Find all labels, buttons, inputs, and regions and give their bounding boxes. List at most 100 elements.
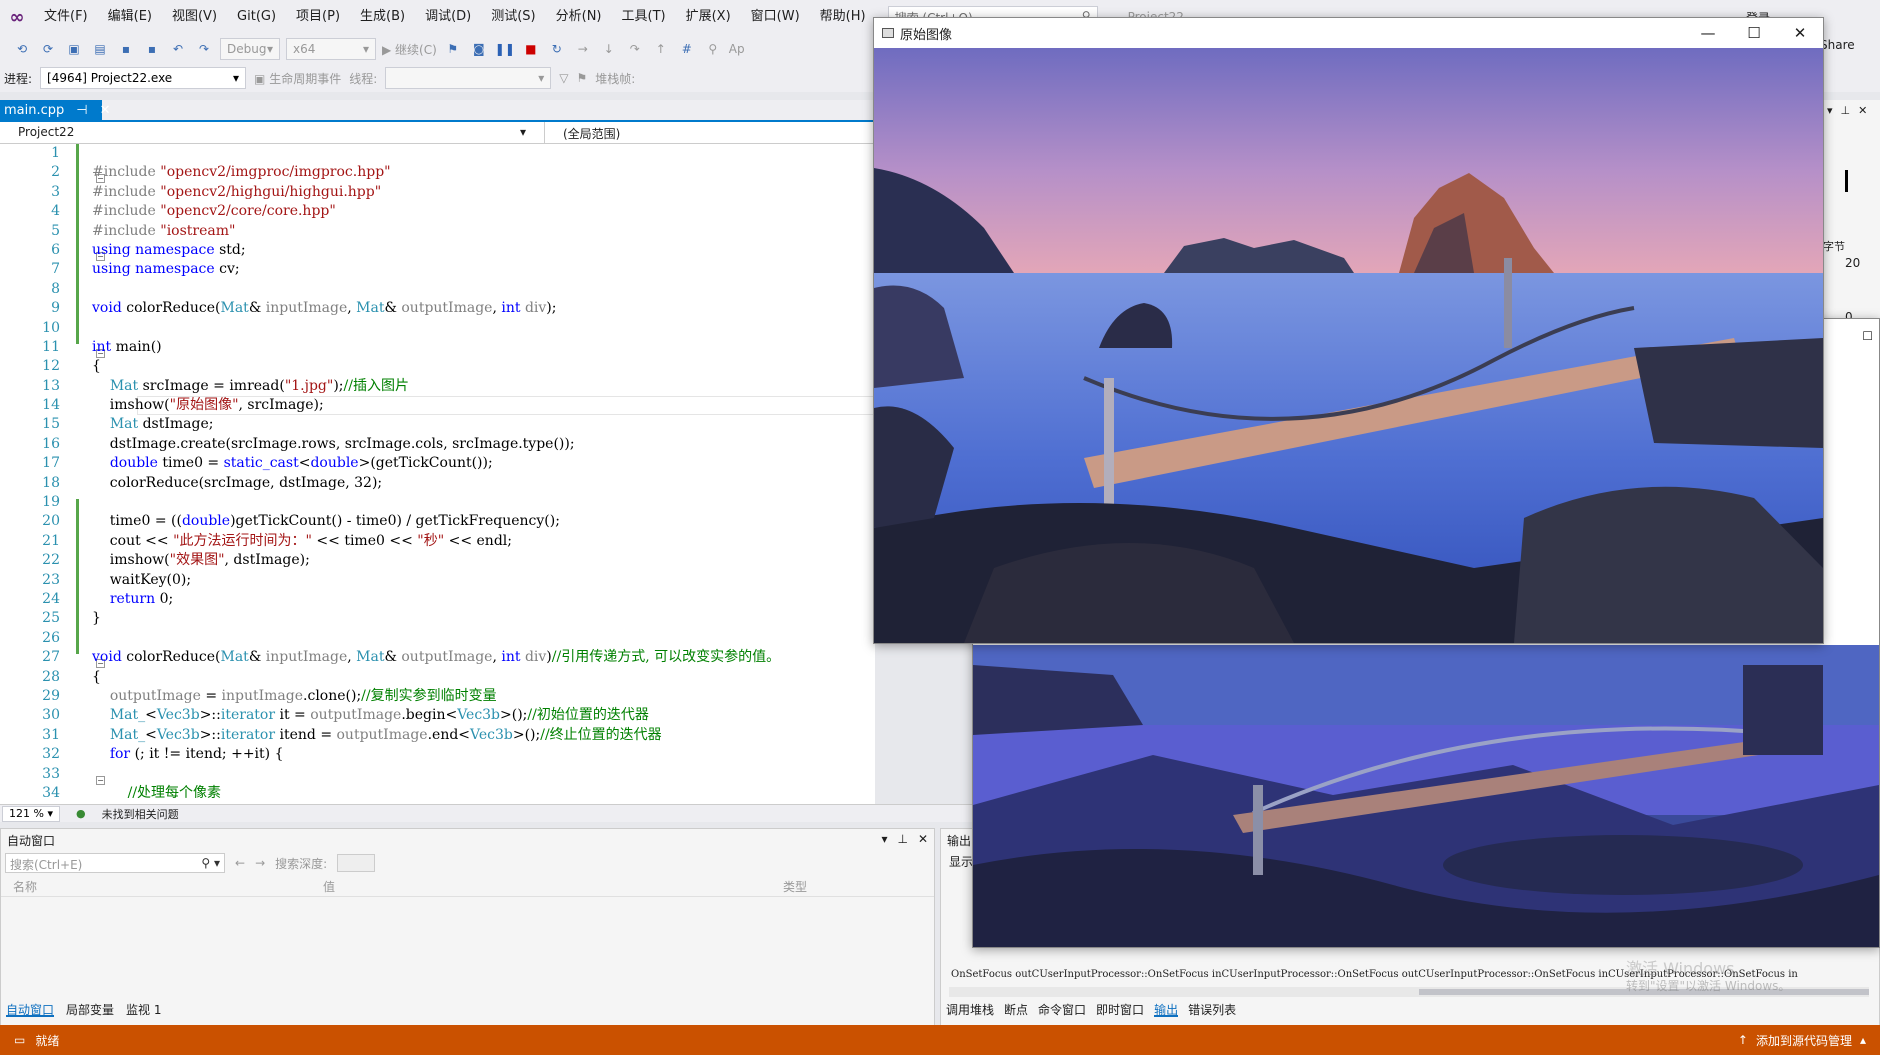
line-number: 1 (51, 145, 60, 161)
restore-icon[interactable]: ☐ (1862, 329, 1873, 343)
line-number: 2 (51, 164, 60, 181)
col-name[interactable]: 名称 (13, 878, 323, 894)
chevron-down-icon[interactable]: ▾ (1827, 104, 1833, 117)
config-select[interactable]: Debug ▾ (220, 38, 280, 60)
close-icon[interactable]: ✕ (1777, 18, 1823, 48)
search-depth-select[interactable] (337, 854, 376, 872)
original-image-canvas (874, 48, 1823, 643)
output-tab-2[interactable]: 命令窗口 (1038, 1001, 1086, 1017)
close-icon[interactable]: ✕ (918, 832, 928, 848)
menu-item-5[interactable]: 生成(B) (350, 0, 415, 34)
output-tab-5[interactable]: 错误列表 (1188, 1001, 1236, 1017)
output-tab-0[interactable]: 调用堆栈 (946, 1001, 994, 1017)
autos-tab-2[interactable]: 监视 1 (126, 1001, 161, 1017)
back-icon[interactable]: ⟲ (12, 42, 32, 56)
code-content[interactable]: #include "opencv2/imgproc/imgproc.hpp" #i… (92, 144, 872, 803)
thread-select[interactable]: ▾ (385, 67, 552, 89)
col-value[interactable]: 值 (323, 878, 783, 894)
code-editor[interactable]: 1 2 3 4 5 6 7 8 9 10 11 12 13 14 15 16 17 18 19 20 21 22 23 24 2… (0, 144, 875, 804)
stop-icon[interactable]: ■ (521, 42, 541, 56)
close-icon[interactable]: ✕ (1858, 104, 1867, 117)
code-line: void colorReduce(Mat& inputImage, Mat& o… (92, 649, 781, 666)
lifecycle-events-button[interactable]: ▣ 生命周期事件 (254, 70, 341, 87)
platform-select[interactable]: x64 ▾ (286, 38, 376, 60)
autos-tab-1[interactable]: 局部变量 (66, 1001, 114, 1017)
pause-icon[interactable]: ❚❚ (495, 42, 515, 56)
hot-reload-icon[interactable]: ⚲ (703, 42, 723, 56)
autos-search-input[interactable]: 搜索(Ctrl+E) ⚲ ▾ (5, 853, 225, 873)
output-tab-3[interactable]: 即时窗口 (1096, 1001, 1144, 1017)
autos-title: 自动窗口 (7, 834, 56, 848)
share-label: Share (1820, 38, 1855, 52)
forward-arrow-icon[interactable]: → (255, 856, 265, 870)
scope-dropdown[interactable]: (全局范围) (545, 122, 875, 143)
step-out-icon[interactable]: ↑ (651, 42, 671, 56)
save-all-icon[interactable]: ▪ (142, 42, 162, 56)
process-label: 进程: (4, 71, 33, 86)
issues-label[interactable]: 未找到相关问题 (102, 806, 179, 822)
visual-studio-logo-icon[interactable]: ∞ (0, 0, 34, 34)
tab-main-cpp[interactable]: main.cpp ⊣ ✕ (0, 100, 111, 122)
process-value: [4964] Project22.exe (47, 71, 173, 85)
step-into-icon[interactable]: ↓ (599, 42, 619, 56)
show-next-statement-icon[interactable]: → (573, 42, 593, 56)
forward-icon[interactable]: ⟳ (38, 42, 58, 56)
save-icon[interactable]: ▪ (116, 42, 136, 56)
line-number: 18 (42, 474, 60, 491)
menu-item-1[interactable]: 编辑(E) (98, 0, 162, 34)
filter-icon[interactable]: ▽ (559, 71, 568, 85)
code-line: Mat_<Vec3b>::iterator itend = outputImag… (109, 726, 662, 743)
diagnostics-icon[interactable]: ⚑ (443, 42, 463, 56)
menu-item-11[interactable]: 窗口(W) (741, 0, 810, 34)
autos-tab-0[interactable]: 自动窗口 (6, 1001, 55, 1017)
toggle-flag-icon[interactable]: ⚑ (577, 71, 588, 85)
continue-button[interactable]: ▶ 继续(C) (382, 41, 437, 58)
minimize-icon[interactable]: — (1685, 18, 1731, 48)
original-image-window[interactable]: 原始图像 — ☐ ✕ (873, 17, 1824, 644)
code-line: double time0 = static_cast<double>(getTi… (109, 455, 493, 472)
menu-item-0[interactable]: 文件(F) (34, 0, 98, 34)
menu-item-9[interactable]: 工具(T) (612, 0, 676, 34)
breakpoint-margin[interactable] (17, 144, 21, 804)
zoom-select[interactable]: 121 % ▾ (2, 805, 60, 822)
live-share-button[interactable]: Share (1820, 38, 1855, 52)
menu-item-2[interactable]: 视图(V) (162, 0, 227, 34)
menu-item-7[interactable]: 测试(S) (481, 0, 545, 34)
line-number: 26 (42, 629, 60, 646)
cursor-bar (1845, 170, 1848, 192)
close-icon[interactable]: ✕ (100, 103, 111, 119)
redo-icon[interactable]: ↷ (194, 42, 214, 56)
back-arrow-icon[interactable]: ← (235, 856, 245, 870)
process-select[interactable]: [4964] Project22.exe ▾ (40, 67, 247, 89)
restart-icon[interactable]: ↻ (547, 42, 567, 56)
col-type[interactable]: 类型 (783, 878, 807, 894)
output-tab-1[interactable]: 断点 (1004, 1001, 1028, 1017)
menu-item-10[interactable]: 扩展(X) (676, 0, 741, 34)
menu-item-6[interactable]: 调试(D) (415, 0, 481, 34)
menu-item-8[interactable]: 分析(N) (546, 0, 612, 34)
menu-item-4[interactable]: 项目(P) (286, 0, 350, 34)
step-over-icon[interactable]: ↷ (625, 42, 645, 56)
menu-item-3[interactable]: Git(G) (227, 0, 286, 34)
menu-item-12[interactable]: 帮助(H) (810, 0, 876, 34)
undo-icon[interactable]: ↶ (168, 42, 188, 56)
project-dropdown[interactable]: Project22 ▾ (0, 122, 545, 143)
open-icon[interactable]: ▤ (90, 42, 110, 56)
line-number: 12 (42, 358, 60, 375)
pin-icon[interactable]: ⊣ (76, 103, 87, 119)
hex-icon[interactable]: # (677, 42, 697, 56)
window-title: 原始图像 (900, 27, 953, 43)
pin-icon[interactable]: ⊥ (897, 832, 907, 848)
dropdown-icon[interactable]: ▾ (881, 832, 887, 848)
line-number: 20 (42, 513, 60, 530)
screenshot-icon[interactable]: ◙ (469, 42, 489, 56)
original-image-title-bar[interactable]: 原始图像 — ☐ ✕ (874, 18, 1823, 48)
add-to-source-control-button[interactable]: ↑ 添加到源代码管理 ▴ (1738, 1032, 1866, 1049)
output-tab-4[interactable]: 输出 (1154, 1001, 1179, 1017)
pin-icon[interactable]: ⊥ (1841, 104, 1851, 117)
new-project-icon[interactable]: ▣ (64, 42, 84, 56)
maximize-icon[interactable]: ☐ (1731, 18, 1777, 48)
source-control-label: 添加到源代码管理 (1755, 1033, 1852, 1048)
chevron-down-icon: ▾ (233, 71, 240, 85)
